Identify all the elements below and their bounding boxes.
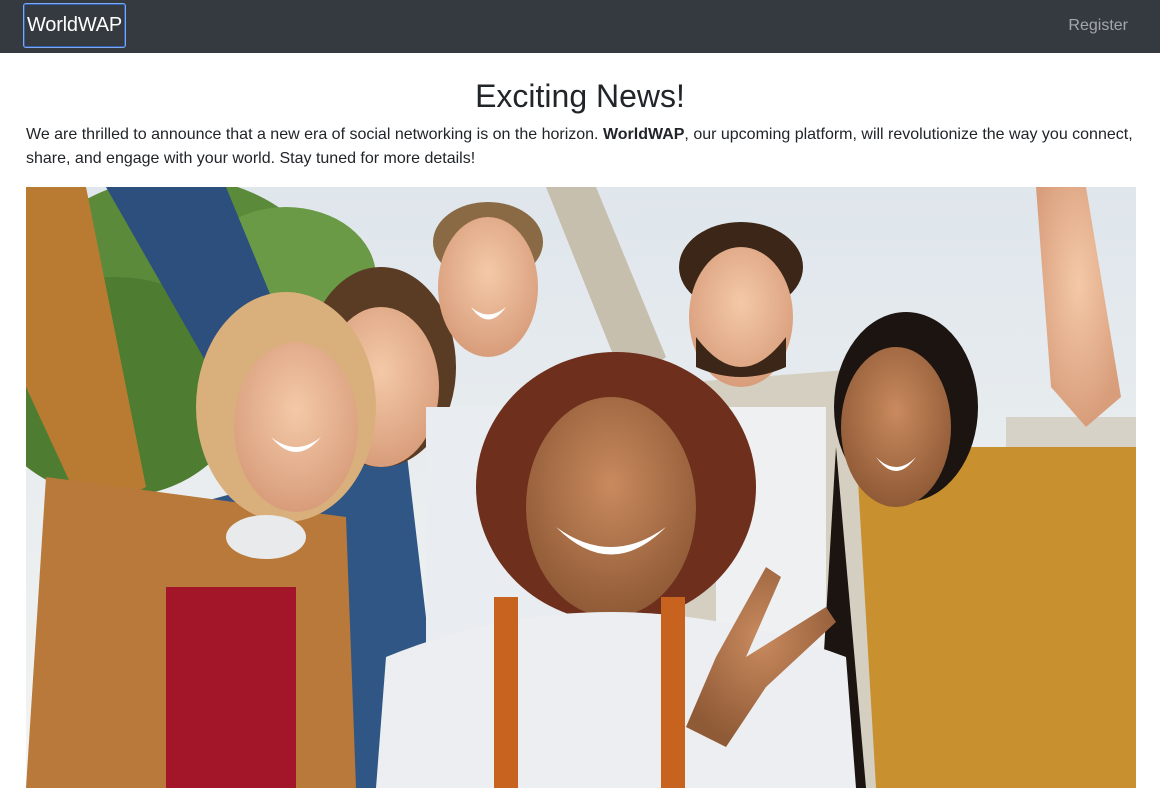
announcement-text: We are thrilled to announce that a new e… <box>26 123 1136 171</box>
hero-image <box>26 187 1136 788</box>
announcement-text-start: We are thrilled to announce that a new e… <box>26 126 603 143</box>
announcement-brand: WorldWAP <box>602 126 685 143</box>
hero-illustration <box>26 187 1136 788</box>
top-navbar: WorldWAP Register <box>0 0 1160 53</box>
register-link[interactable]: Register <box>1068 15 1128 37</box>
page-title: Exciting News! <box>475 78 685 114</box>
brand-link[interactable]: WorldWAP <box>23 3 126 48</box>
